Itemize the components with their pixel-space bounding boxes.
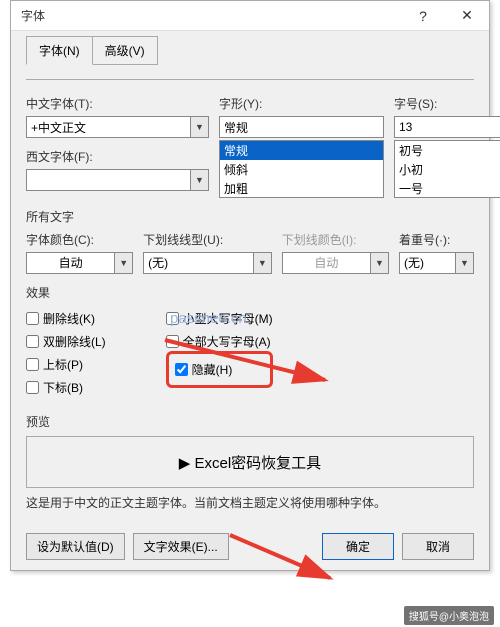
font-row-1: 中文字体(T): ▼ 西文字体(F): ▼ 字形(Y): 常规 倾斜: [26, 95, 474, 198]
checkbox[interactable]: [26, 335, 39, 348]
cnfont-label: 中文字体(T):: [26, 95, 209, 112]
color-row: 字体颜色(C): 自动 ▼ 下划线线型(U): (无) ▼ 下划线颜色(I): …: [26, 231, 474, 274]
wfont-combo[interactable]: ▼: [26, 169, 209, 191]
checkbox[interactable]: [166, 312, 179, 325]
titlebar: 字体 ? ✕: [11, 1, 489, 31]
checkbox[interactable]: [166, 335, 179, 348]
tab-advanced[interactable]: 高级(V): [92, 36, 158, 65]
emphasis-label: 着重号(·):: [399, 231, 474, 248]
ultype-combo[interactable]: (无) ▼: [143, 252, 272, 274]
chevron-down-icon: ▼: [371, 252, 389, 274]
tabs: 字体(N) 高级(V): [26, 36, 474, 65]
smallcaps-check[interactable]: 小型大写字母(M): [166, 310, 273, 327]
fontcolor-label: 字体颜色(C):: [26, 231, 133, 248]
dialog-title: 字体: [21, 7, 45, 24]
cancel-button[interactable]: 取消: [402, 533, 474, 560]
checkbox[interactable]: [26, 381, 39, 394]
effects-right: 小型大写字母(M) 全部大写字母(A) 隐藏(H): [166, 307, 273, 399]
list-item[interactable]: 初号: [395, 141, 500, 160]
size-input[interactable]: [394, 116, 500, 138]
sup-check[interactable]: 上标(P): [26, 356, 106, 373]
cnfont-input[interactable]: [26, 116, 191, 138]
size-listbox[interactable]: 初号 小初 一号: [394, 140, 500, 198]
chevron-down-icon[interactable]: ▼: [191, 169, 209, 191]
list-item[interactable]: 一号: [395, 179, 500, 198]
close-button[interactable]: ✕: [445, 1, 489, 31]
list-item[interactable]: 倾斜: [220, 160, 383, 179]
list-item[interactable]: 常规: [220, 141, 383, 160]
preview-label: 预览: [26, 413, 474, 430]
ultype-value: (无): [143, 252, 254, 274]
fontcolor-value: 自动: [26, 252, 115, 274]
size-label: 字号(S):: [394, 95, 500, 112]
dialog-body: 字体(N) 高级(V) 中文字体(T): ▼ 西文字体(F): ▼ 字形(Y):: [11, 31, 489, 570]
ok-button[interactable]: 确定: [322, 533, 394, 560]
alltext-label: 所有文字: [26, 208, 474, 225]
style-label: 字形(Y):: [219, 95, 384, 112]
window-controls: ? ✕: [401, 1, 489, 31]
list-item[interactable]: 加粗: [220, 179, 383, 198]
preview-text: ▶ Excel密码恢复工具: [179, 452, 321, 473]
checkbox[interactable]: [26, 358, 39, 371]
ulcolor-label: 下划线颜色(I):: [282, 231, 389, 248]
style-input[interactable]: [219, 116, 384, 138]
sub-check[interactable]: 下标(B): [26, 379, 106, 396]
wfont-label: 西文字体(F):: [26, 148, 209, 165]
credit-badge: 搜狐号@小奥泡泡: [404, 606, 494, 625]
ultype-label: 下划线线型(U):: [143, 231, 272, 248]
effects-left: 删除线(K) 双删除线(L) 上标(P) 下标(B): [26, 307, 106, 399]
fontcolor-combo[interactable]: 自动 ▼: [26, 252, 133, 274]
ulcolor-combo: 自动 ▼: [282, 252, 389, 274]
set-default-button[interactable]: 设为默认值(D): [26, 533, 125, 560]
preview-box: ▶ Excel密码恢复工具: [26, 436, 474, 488]
emphasis-value: (无): [399, 252, 456, 274]
footer: 设为默认值(D) 文字效果(E)... 确定 取消: [26, 525, 474, 560]
size-input-wrap: [394, 116, 500, 138]
text-effects-button[interactable]: 文字效果(E)...: [133, 533, 229, 560]
hidden-check[interactable]: 隐藏(H): [175, 361, 250, 378]
ulcolor-value: 自动: [282, 252, 371, 274]
strike-check[interactable]: 删除线(K): [26, 310, 106, 327]
wfont-input[interactable]: [26, 169, 191, 191]
checkbox[interactable]: [175, 363, 188, 376]
dstrike-check[interactable]: 双删除线(L): [26, 333, 106, 350]
highlight-annotation: 隐藏(H): [166, 351, 273, 388]
font-dialog: 字体 ? ✕ 字体(N) 高级(V) 中文字体(T): ▼ 西文字体(F): ▼: [10, 0, 490, 571]
style-input-wrap: [219, 116, 384, 138]
effects-group: 删除线(K) 双删除线(L) 上标(P) 下标(B) 小型大写字母(M) 全部大…: [26, 307, 474, 399]
tab-underline: [26, 79, 474, 80]
style-listbox[interactable]: 常规 倾斜 加粗: [219, 140, 384, 198]
cnfont-combo[interactable]: ▼: [26, 116, 209, 138]
tab-font[interactable]: 字体(N): [26, 36, 93, 65]
chevron-down-icon[interactable]: ▼: [115, 252, 133, 274]
description: 这是用于中文的正文主题字体。当前文档主题定义将使用哪种字体。: [26, 494, 474, 511]
allcaps-check[interactable]: 全部大写字母(A): [166, 333, 273, 350]
checkbox[interactable]: [26, 312, 39, 325]
chevron-down-icon[interactable]: ▼: [254, 252, 272, 274]
effects-label: 效果: [26, 284, 474, 301]
chevron-down-icon[interactable]: ▼: [191, 116, 209, 138]
help-button[interactable]: ?: [401, 1, 445, 31]
chevron-down-icon[interactable]: ▼: [456, 252, 474, 274]
list-item[interactable]: 小初: [395, 160, 500, 179]
emphasis-combo[interactable]: (无) ▼: [399, 252, 474, 274]
